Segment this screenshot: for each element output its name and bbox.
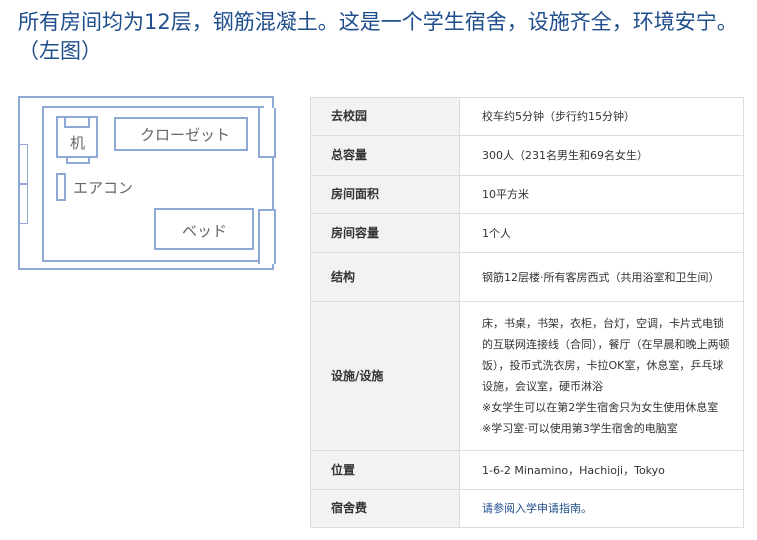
row-label: 结构 [310,252,460,302]
application-guide-link[interactable]: 请参阅入学申请指南。 [482,502,592,515]
table-row: 宿舍费 请参阅入学申请指南。 [310,489,744,528]
row-label: 总容量 [310,135,460,176]
row-note: ※女学生可以在第2学生宿舍只为女生使用休息室 [482,401,719,414]
row-note: ※学习室·可以使用第3学生宿舍的电脑室 [482,422,678,435]
row-value: 1-6-2 Minamino，Hachioji，Tokyo [459,450,744,490]
page-title: 所有房间均为12层，钢筋混凝土。这是一个学生宿舍，设施齐全，环境安宁。（左图） [18,10,738,63]
desk-label: 机 [70,134,86,152]
table-row: 结构 钢筋12层楼·所有客房西式（共用浴室和卫生间） [310,252,744,302]
row-label: 位置 [310,450,460,490]
aircon-label: エアコン [73,179,134,197]
table-row: 去校园 校车约5分钟（步行约15分钟） [310,97,744,136]
bed-label: ベッド [182,222,228,240]
table-row: 房间面积 10平方米 [310,175,744,214]
table-row: 总容量 300人（231名男生和69名女生） [310,135,744,176]
dorm-info-table: 去校园 校车约5分钟（步行约15分钟） 总容量 300人（231名男生和69名女生）… [310,97,744,528]
row-value: 钢筋12层楼·所有客房西式（共用浴室和卫生间） [459,252,744,302]
row-label: 去校园 [310,97,460,136]
row-label: 设施/设施 [310,301,460,451]
aircon [56,173,66,201]
row-value: 1个人 [459,213,744,253]
table-row: 房间容量 1个人 [310,213,744,253]
row-value: 10平方米 [459,175,744,214]
table-row: 位置 1-6-2 Minamino，Hachioji，Tokyo [310,450,744,490]
row-value: 床，书桌，书架，衣柜，台灯，空调，卡片式电锁的互联网连接线（合同），餐厅（在早晨… [482,317,730,393]
row-label: 房间容量 [310,213,460,253]
table-row: 设施/设施 床，书桌，书架，衣柜，台灯，空调，卡片式电锁的互联网连接线（合同），餐… [310,301,744,451]
row-label: 房间面积 [310,175,460,214]
closet-label: クローゼット [140,126,231,144]
row-value: 300人（231名男生和69名女生） [459,135,744,176]
row-value: 校车约5分钟（步行约15分钟） [459,97,744,136]
row-label: 宿舍费 [310,489,460,528]
room-floor-plan: 机 クローゼット エアコン ベッド [18,96,276,270]
